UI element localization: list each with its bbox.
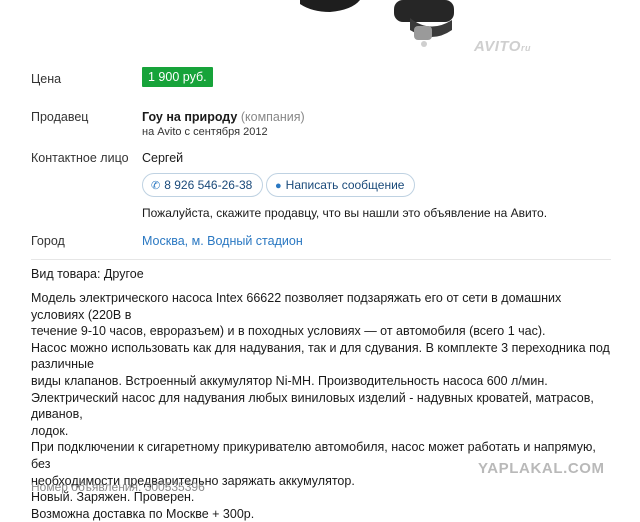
contact-name: Сергей [142, 151, 184, 165]
description-line: Электрический насос для надувания любых … [31, 390, 594, 422]
seller-label: Продавец [31, 110, 89, 124]
description-line: Модель электрического насоса Intex 66622… [31, 291, 562, 322]
description-line: Возможна доставка по Москве + 300р. [31, 506, 255, 521]
ad-number: Номер объявления: 300535396 [31, 480, 205, 494]
phone-button[interactable]: ✆ 8 926 546-26-38 [142, 173, 264, 197]
write-message-label: Написать сообщение [285, 178, 405, 192]
phone-number: 8 926 546-26-38 [164, 178, 253, 192]
yaplakal-watermark: YAPLAKAL.COM [478, 460, 605, 477]
contact-note: Пожалуйста, скажите продавцу, что вы наш… [142, 206, 548, 220]
avito-watermark: AVITOru [474, 38, 531, 55]
contact-label: Контактное лицо [31, 151, 129, 165]
description-line: течение 9-10 часов, евроразъем) и в похо… [31, 324, 546, 339]
city-label: Город [31, 234, 65, 248]
item-type: Вид товара: Другое [31, 267, 144, 281]
contact-row: Контактное лицо Сергей ✆ 8 926 546-26-38 … [31, 151, 611, 221]
write-message-button[interactable]: ● Написать сообщение [266, 173, 416, 197]
seller-type: (компания) [240, 110, 305, 124]
product-photo-fragment: AVITOru [0, 0, 640, 62]
seller-name[interactable]: Гоу на природу [142, 110, 237, 124]
price-badge: 1 900 руб. [142, 67, 213, 87]
phone-icon: ✆ [151, 180, 161, 192]
city-link[interactable]: Москва, м. Водный стадион [142, 234, 303, 248]
description-line: виды клапанов. Встроенный аккумулятор Ni… [31, 373, 548, 388]
seller-row: Продавец Гоу на природу (компания) на Av… [31, 110, 611, 144]
car-adapter-image [300, 0, 454, 47]
divider [31, 259, 611, 260]
city-row: Город Москва, м. Водный стадион [31, 234, 611, 252]
chat-bubble-icon: ● [275, 180, 282, 192]
description-line: лодок. [31, 423, 69, 438]
seller-since: на Avito с сентября 2012 [142, 126, 268, 138]
description-line: Насос можно использовать как для надуван… [31, 340, 610, 372]
price-label: Цена [31, 72, 62, 86]
price-row: Цена 1 900 руб. [31, 67, 611, 92]
